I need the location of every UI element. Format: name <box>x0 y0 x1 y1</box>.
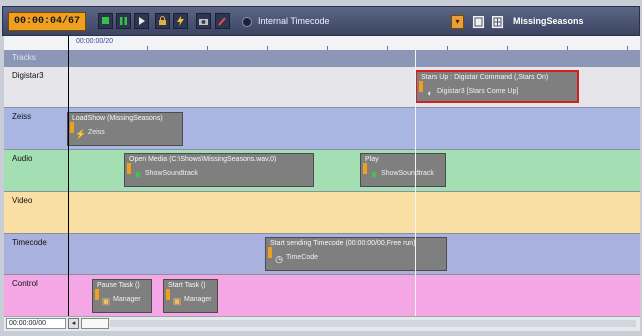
play-icon[interactable] <box>134 13 149 29</box>
event-device: Zeiss <box>88 129 105 136</box>
tracks-header: Tracks <box>4 50 640 67</box>
show-name: MissingSeasons <box>513 16 584 26</box>
soundtrack-icon: ✖ <box>134 170 142 180</box>
toolbar: 00:00:04/67 Internal Timecode ▾ MissingS… <box>2 6 640 36</box>
bottom-time-display: 00:00:00/00 <box>6 318 66 329</box>
lane-video[interactable]: Video <box>4 192 640 234</box>
event-stars-up[interactable]: Stars Up : Digistar Command (,Stars On) … <box>415 70 579 103</box>
lane-label: Zeiss <box>12 112 32 121</box>
event-strip <box>268 247 272 258</box>
event-strip <box>95 289 99 300</box>
pause-icon[interactable] <box>116 13 131 29</box>
event-device: ShowSoundtrack <box>381 170 434 177</box>
scroll-left-button[interactable]: ◂ <box>68 318 79 329</box>
grid-icon[interactable] <box>491 15 504 29</box>
event-strip <box>127 163 131 174</box>
dropdown-icon[interactable]: ▾ <box>451 15 464 29</box>
camera-icon[interactable] <box>196 13 211 29</box>
timeline-ruler[interactable]: 00:00:00/20 <box>4 36 640 51</box>
event-strip <box>363 163 367 174</box>
tracks-header-label: Tracks <box>12 53 36 62</box>
event-device: Manager <box>113 296 141 303</box>
timecode-source-label: Internal Timecode <box>258 16 330 26</box>
time-display: 00:00:04/67 <box>8 12 86 31</box>
tool-icon[interactable] <box>215 13 230 29</box>
bottom-bar: 00:00:00/00 ◂ <box>4 316 640 331</box>
lane-label: Video <box>12 196 33 205</box>
scroll-thumb[interactable] <box>81 318 109 329</box>
scroll-track[interactable] <box>110 320 636 327</box>
window-icon[interactable] <box>472 15 485 29</box>
event-pause-task[interactable]: Pause Task () ▣ Manager <box>92 279 152 313</box>
timecode-dot-icon[interactable] <box>242 17 252 27</box>
event-open-media[interactable]: Open Media (C:\Shows\MissingSeasons.wav,… <box>124 153 314 187</box>
event-strip <box>166 289 170 300</box>
lane-audio[interactable]: Audio <box>4 150 640 192</box>
event-play[interactable]: Play ✖ ShowSoundtrack <box>360 153 446 187</box>
event-device: Digistar3 [Stars Come Up] <box>437 88 519 95</box>
event-start-task[interactable]: Start Task () ▣ Manager <box>163 279 218 313</box>
lane-label: Timecode <box>12 238 47 247</box>
lane-label: Digistar3 <box>12 71 44 80</box>
digistar-icon: ◐ <box>427 88 433 98</box>
show-editor-window: 00:00:04/67 Internal Timecode ▾ MissingS… <box>0 0 642 336</box>
playhead-line[interactable] <box>415 36 416 316</box>
timeline-start-line <box>68 36 69 316</box>
event-title: Stars Up : Digistar Command (,Stars On) <box>421 74 549 81</box>
event-title: Pause Task () <box>97 282 140 289</box>
event-strip <box>419 81 423 92</box>
soundtrack-icon: ✖ <box>370 170 378 180</box>
manager-icon: ▣ <box>101 296 111 306</box>
event-start-timecode[interactable]: Start sending Timecode (00:00:00/00,Free… <box>265 237 447 271</box>
lane-label: Control <box>12 279 38 288</box>
stop-icon[interactable] <box>98 13 113 29</box>
manager-icon: ▣ <box>172 296 182 306</box>
timecode-icon: ◷ <box>275 254 283 264</box>
event-title: Play <box>365 156 379 163</box>
event-title: Open Media (C:\Shows\MissingSeasons.wav,… <box>129 156 277 163</box>
flash-icon[interactable] <box>173 13 188 29</box>
event-title: Start sending Timecode (00:00:00/00,Free… <box>270 240 416 247</box>
event-device: TimeCode <box>286 254 319 261</box>
event-title: LoadShow (MissingSeasons) <box>72 115 163 122</box>
event-device: Manager <box>184 296 212 303</box>
event-load-show[interactable]: LoadShow (MissingSeasons) ⚡ Zeiss <box>67 112 183 146</box>
lane-label: Audio <box>12 154 33 163</box>
event-title: Start Task () <box>168 282 206 289</box>
event-device: ShowSoundtrack <box>145 170 198 177</box>
lock-icon[interactable] <box>155 13 170 29</box>
event-strip <box>70 122 74 133</box>
ruler-position: 00:00:00/20 <box>76 38 113 45</box>
zeiss-icon: ⚡ <box>75 129 87 139</box>
